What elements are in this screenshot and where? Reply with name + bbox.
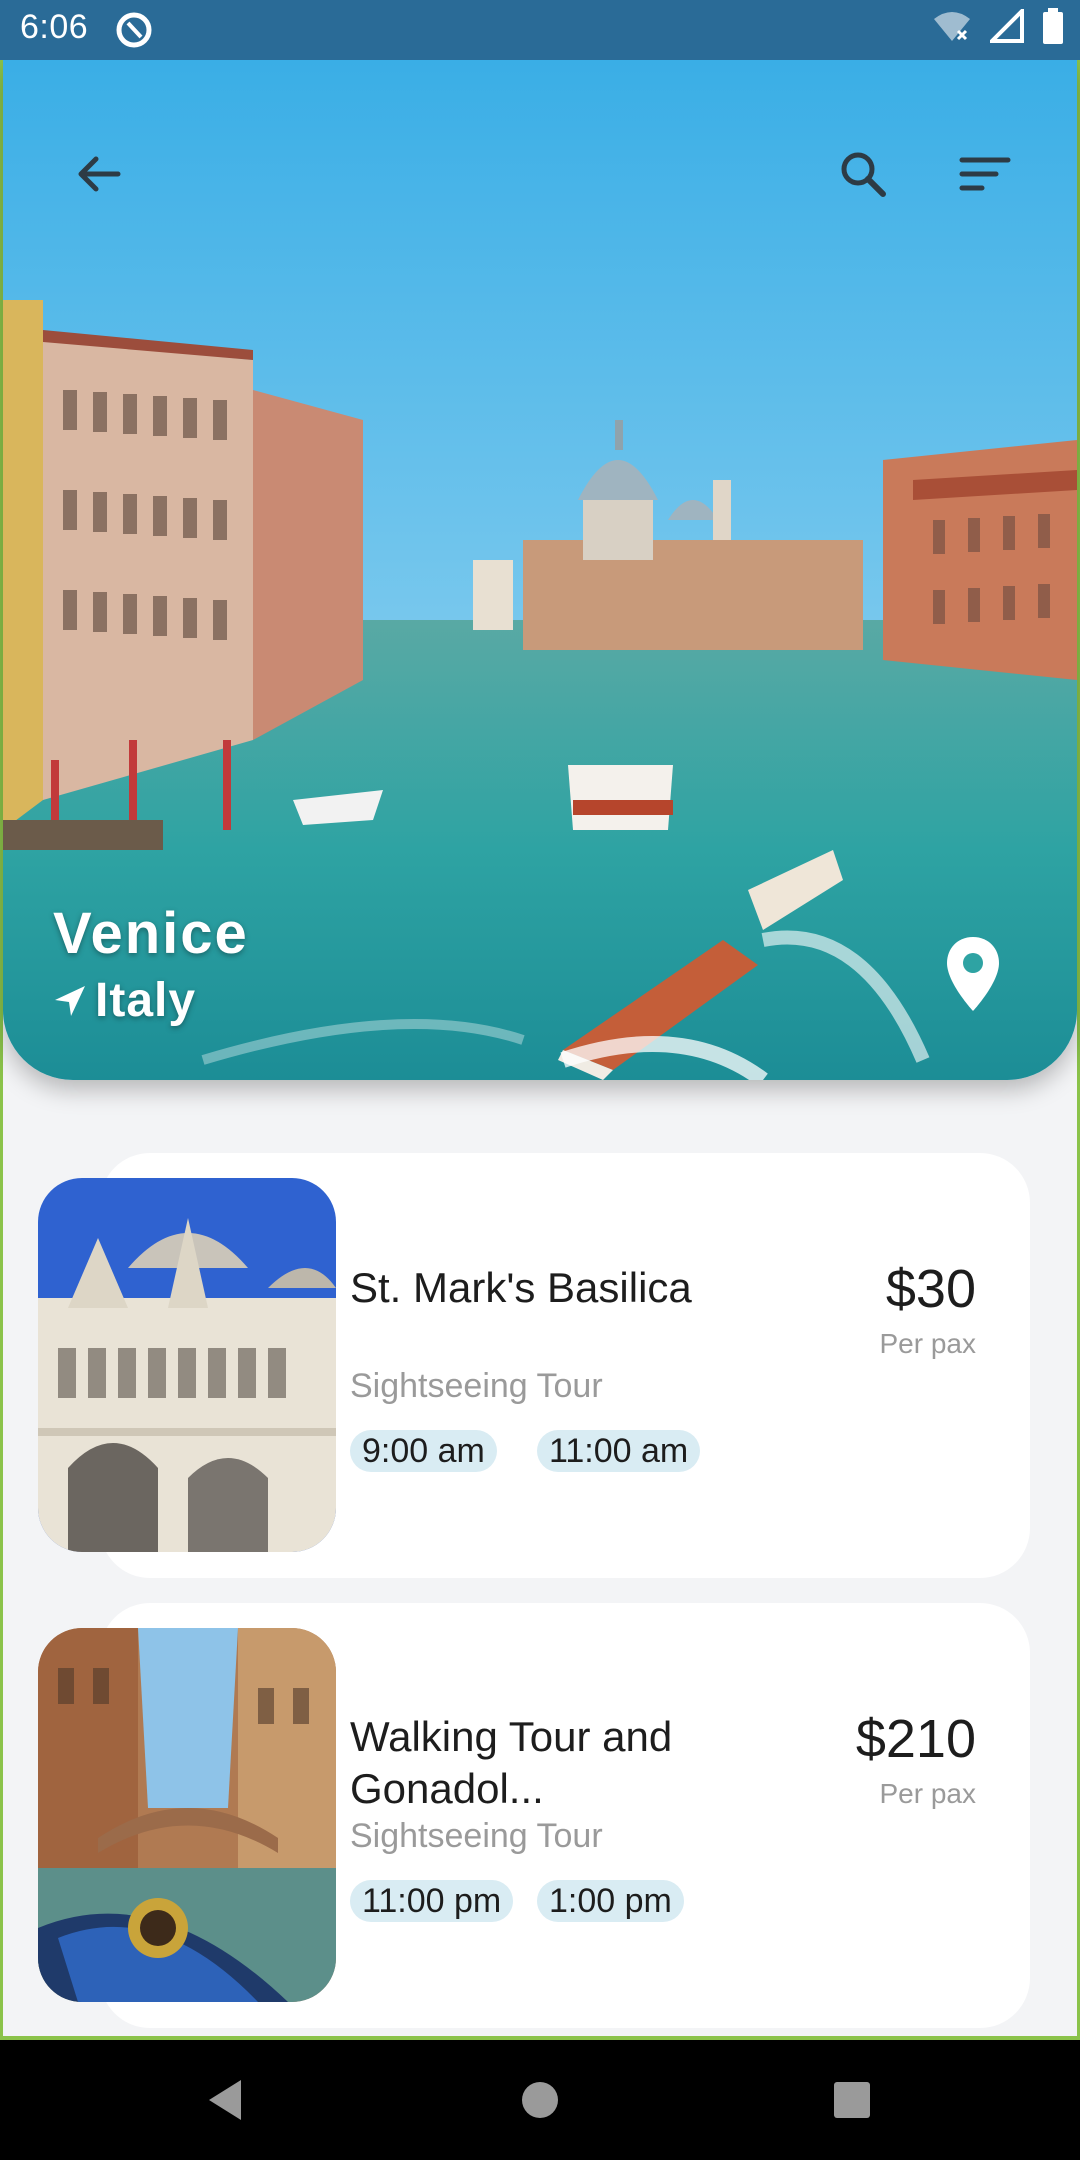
country-name: Italy xyxy=(95,974,197,1027)
tour-category: Sightseeing Tour xyxy=(350,1817,603,1855)
status-bar: 6:06 xyxy=(0,0,1080,60)
tour-image-basilica xyxy=(38,1178,336,1552)
tour-title: St. Mark's Basilica xyxy=(350,1264,692,1311)
back-button[interactable] xyxy=(59,134,139,214)
tour-price: $30 xyxy=(885,1259,976,1319)
price-unit: Per pax xyxy=(879,1328,977,1359)
wifi-icon xyxy=(934,12,970,41)
filter-button[interactable] xyxy=(945,134,1025,214)
time-slot-chip[interactable]: 11:00 pm xyxy=(350,1880,514,1922)
time-slot-chip[interactable]: 9:00 am xyxy=(350,1430,497,1472)
country-row: Italy xyxy=(53,973,196,1028)
filter-icon xyxy=(959,157,1011,191)
price-unit: Per pax xyxy=(879,1778,977,1809)
home-circle-icon xyxy=(522,2082,558,2118)
status-time: 6:06 xyxy=(20,8,89,46)
back-arrow-icon xyxy=(78,156,121,192)
sync-icon xyxy=(116,12,152,48)
destination-hero-image: Venice Italy xyxy=(3,60,1077,1080)
tour-image-gondola xyxy=(38,1628,336,2002)
nav-back-button[interactable] xyxy=(195,2070,255,2130)
battery-icon xyxy=(1043,8,1063,44)
basilica-image xyxy=(38,1178,336,1552)
city-name: Venice xyxy=(53,901,249,966)
nav-home-button[interactable] xyxy=(510,2070,570,2130)
tour-category: Sightseeing Tour xyxy=(350,1367,603,1405)
time-slot-chip[interactable]: 11:00 am xyxy=(537,1430,701,1472)
search-icon xyxy=(841,152,886,197)
navigation-arrow-icon xyxy=(55,985,85,1016)
map-pin-icon[interactable] xyxy=(943,935,1003,1015)
signal-icon xyxy=(990,9,1024,43)
back-triangle-icon xyxy=(209,2080,241,2120)
nav-recents-button[interactable] xyxy=(822,2070,882,2130)
recents-square-icon xyxy=(834,2082,870,2118)
time-slot-chip[interactable]: 1:00 pm xyxy=(537,1880,684,1922)
search-button[interactable] xyxy=(823,134,903,214)
gondola-image xyxy=(38,1628,336,2002)
tour-price: $210 xyxy=(855,1709,976,1769)
tour-title: Walking Tour and Gonadol... xyxy=(350,1713,673,1812)
system-navigation-bar xyxy=(0,2040,1080,2160)
